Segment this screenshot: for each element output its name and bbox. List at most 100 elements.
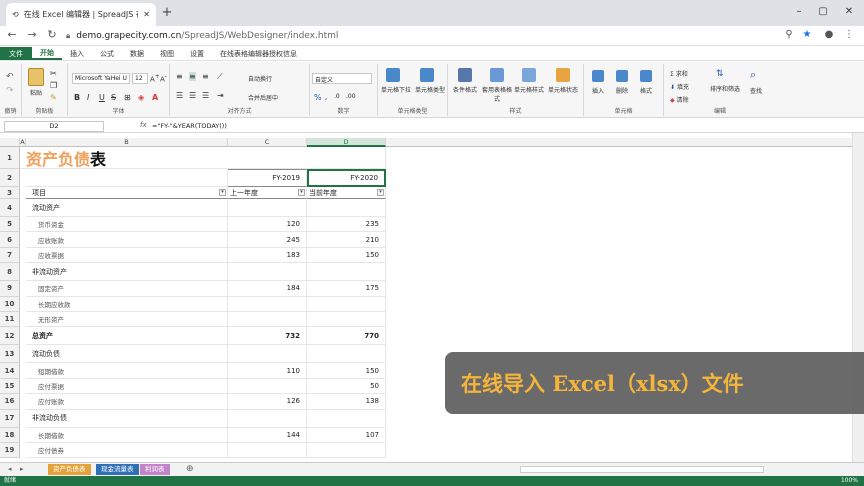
prior-year-value[interactable]: 110 bbox=[228, 363, 307, 379]
row-label[interactable]: 无形资产 bbox=[26, 312, 228, 328]
tab-home[interactable]: 开始 bbox=[32, 47, 62, 60]
tab-data[interactable]: 数据 bbox=[122, 47, 152, 60]
sheet-tab-profit[interactable]: 利润表 bbox=[140, 464, 170, 475]
current-year-value[interactable]: 235 bbox=[307, 217, 386, 233]
row-header[interactable]: 7 bbox=[0, 247, 20, 264]
minimize-icon[interactable]: – bbox=[788, 5, 810, 19]
back-icon[interactable]: ← bbox=[5, 28, 19, 42]
sort-filter-button[interactable]: 排序和筛选 bbox=[710, 84, 740, 93]
row-header[interactable]: 3 bbox=[0, 187, 20, 199]
row-label[interactable]: 应收账款 bbox=[26, 232, 228, 248]
row-header[interactable]: 5 bbox=[0, 217, 20, 233]
select-all-corner[interactable] bbox=[0, 138, 20, 147]
delete-icon[interactable] bbox=[616, 70, 628, 82]
cut-icon[interactable]: ✂ bbox=[50, 69, 57, 78]
percent-icon[interactable]: % bbox=[314, 93, 322, 102]
close-window-icon[interactable]: ✕ bbox=[838, 5, 860, 19]
paste-icon[interactable] bbox=[28, 68, 44, 86]
align-top-icon[interactable]: ≡ bbox=[176, 72, 183, 81]
sheet-tab-cashflow[interactable]: 现金流量表 bbox=[96, 464, 139, 475]
prior-year-label[interactable]: 上一年度 bbox=[228, 187, 307, 199]
find-icon[interactable]: ⌕ bbox=[750, 68, 756, 82]
row-label[interactable]: 流动负债 bbox=[26, 345, 228, 364]
bold-button[interactable]: B bbox=[74, 93, 80, 102]
fill-color-icon[interactable]: ◈ bbox=[138, 93, 144, 102]
current-year-value[interactable]: 107 bbox=[307, 427, 386, 443]
horizontal-scrollbar[interactable] bbox=[520, 466, 764, 473]
fill-button[interactable]: ⬇ 填充 bbox=[670, 82, 689, 91]
cell-style-button[interactable]: 单元格样式 bbox=[514, 85, 544, 94]
row-header[interactable]: 9 bbox=[0, 281, 20, 297]
prior-year-value[interactable]: 120 bbox=[228, 217, 307, 233]
current-year-value[interactable] bbox=[307, 312, 386, 328]
row-header[interactable]: 16 bbox=[0, 394, 20, 410]
forward-icon[interactable]: → bbox=[25, 28, 39, 42]
prior-year-header[interactable]: FY-2019 bbox=[228, 169, 307, 187]
current-year-value[interactable]: 175 bbox=[307, 281, 386, 297]
filter-dropdown-icon[interactable]: ▾ bbox=[377, 189, 384, 196]
italic-button[interactable]: I bbox=[87, 93, 89, 102]
tab-settings[interactable]: 设置 bbox=[182, 47, 212, 60]
current-year-value[interactable] bbox=[307, 199, 386, 217]
add-sheet-icon[interactable]: ⊕ bbox=[186, 464, 194, 474]
current-year-value[interactable]: 150 bbox=[307, 363, 386, 379]
row-header[interactable]: 15 bbox=[0, 378, 20, 395]
insert-button[interactable]: 插入 bbox=[592, 86, 604, 95]
table-format-button[interactable]: 套用表格格式 bbox=[482, 85, 512, 103]
autosum-button[interactable]: Σ 求和 bbox=[670, 69, 688, 78]
format-painter-icon[interactable]: ✎ bbox=[50, 93, 57, 102]
column-header-b[interactable]: B bbox=[26, 138, 228, 147]
next-sheet-icon[interactable]: ▸ bbox=[20, 465, 24, 473]
format-button[interactable]: 格式 bbox=[640, 86, 652, 95]
align-middle-icon[interactable]: ≡ bbox=[189, 72, 196, 81]
filter-dropdown-icon[interactable]: ▾ bbox=[219, 189, 226, 196]
current-year-header[interactable]: FY-2020 bbox=[307, 169, 386, 187]
reload-icon[interactable]: ↻ bbox=[45, 28, 59, 42]
maximize-icon[interactable]: ▢ bbox=[812, 5, 834, 19]
row-header[interactable]: 1 bbox=[0, 147, 20, 169]
prior-year-value[interactable] bbox=[228, 443, 307, 459]
row-header[interactable]: 2 bbox=[0, 169, 20, 187]
row-label[interactable]: 非流动负债 bbox=[26, 409, 228, 428]
sheet-tab-balance[interactable]: 资产负债表 bbox=[48, 464, 91, 475]
font-color-icon[interactable]: A bbox=[152, 93, 158, 102]
cell-state-button[interactable]: 单元格状态 bbox=[548, 85, 578, 94]
column-header-d[interactable]: D bbox=[307, 138, 386, 147]
current-year-value[interactable]: 150 bbox=[307, 247, 386, 264]
row-label[interactable]: 流动资产 bbox=[26, 199, 228, 217]
conditional-format-icon[interactable] bbox=[458, 68, 472, 82]
sheet-title[interactable]: 资产负债表 bbox=[20, 147, 386, 169]
prior-year-value[interactable] bbox=[228, 263, 307, 282]
row-label[interactable]: 应付票据 bbox=[26, 378, 228, 395]
strike-button[interactable]: S bbox=[111, 93, 116, 102]
browser-tab[interactable]: ⟲ 在线 Excel 编辑器 | SpreadJS 在 ✕ bbox=[6, 3, 156, 26]
prior-year-value[interactable] bbox=[228, 409, 307, 428]
prior-year-value[interactable] bbox=[228, 378, 307, 395]
row-label[interactable]: 应收票据 bbox=[26, 247, 228, 264]
row-label[interactable]: 货币资金 bbox=[26, 217, 228, 233]
redo-icon[interactable]: ↷ bbox=[6, 86, 14, 96]
row-header[interactable]: 13 bbox=[0, 345, 20, 364]
row-label[interactable]: 长期应收款 bbox=[26, 296, 228, 312]
prior-year-value[interactable] bbox=[228, 312, 307, 328]
grid-cell[interactable] bbox=[26, 169, 228, 187]
decrease-decimal-icon[interactable]: .00 bbox=[346, 93, 356, 100]
clear-button[interactable]: ◆ 清除 bbox=[670, 95, 689, 104]
current-year-value[interactable]: 770 bbox=[307, 327, 386, 346]
prior-year-value[interactable] bbox=[228, 199, 307, 217]
indent-icon[interactable]: ⇥ bbox=[217, 91, 224, 100]
url-field[interactable]: 🔒︎ demo.grapecity.com.cn/SpreadJS/WebDes… bbox=[66, 28, 766, 43]
align-right-icon[interactable]: ☰ bbox=[202, 91, 209, 100]
prior-year-value[interactable]: 144 bbox=[228, 427, 307, 443]
cell-dropdown-button[interactable]: 单元格下拉 bbox=[381, 85, 411, 94]
tab-license[interactable]: 在线表格编辑器授权信息 bbox=[212, 47, 305, 60]
prior-year-value[interactable]: 245 bbox=[228, 232, 307, 248]
column-header-c[interactable]: C bbox=[228, 138, 307, 147]
align-center-icon[interactable]: ☰ bbox=[189, 91, 196, 100]
align-left-icon[interactable]: ☰ bbox=[176, 91, 183, 100]
filter-dropdown-icon[interactable]: ▾ bbox=[298, 189, 305, 196]
row-header[interactable]: 8 bbox=[0, 263, 20, 282]
bookmark-star-icon[interactable]: ★ bbox=[800, 28, 814, 42]
cell-state-icon[interactable] bbox=[556, 68, 570, 82]
current-year-value[interactable] bbox=[307, 296, 386, 312]
